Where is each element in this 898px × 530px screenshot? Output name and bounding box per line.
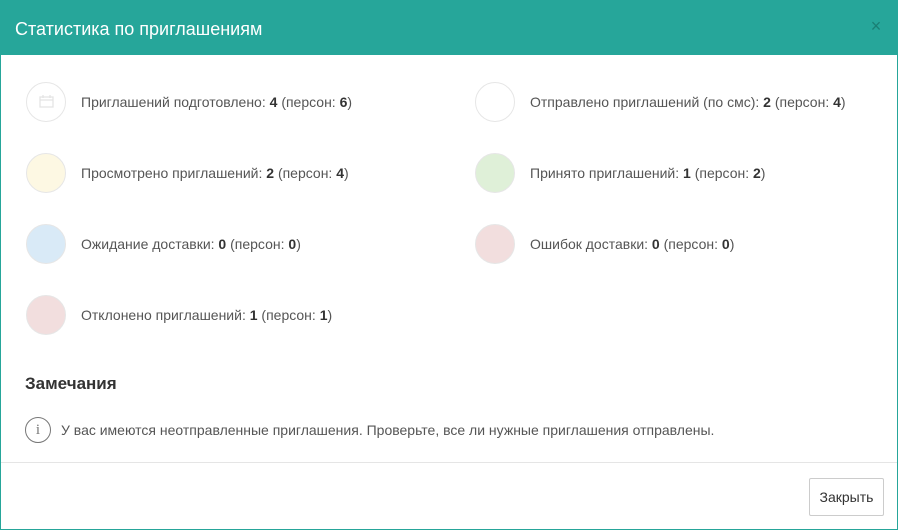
- stat-accepted: Принято приглашений: 1 (персон: 2): [475, 153, 765, 193]
- stat-text: Принято приглашений: 1 (персон: 2): [530, 165, 766, 181]
- stat-count: 1: [249, 307, 258, 323]
- stat-count: 2: [266, 165, 275, 181]
- stat-count: 0: [651, 236, 660, 252]
- stat-text: Ожидание доставки: 0 (персон: 0): [81, 236, 301, 252]
- stat-prepared: Приглашений подготовлено: 4 (персон: 6): [26, 82, 352, 122]
- stat-text: Отклонено приглашений: 1 (персон: 1): [81, 307, 333, 323]
- stat-status-circle: [26, 224, 66, 264]
- stat-status-circle: [475, 82, 515, 122]
- stat-awaiting-delivery: Ожидание доставки: 0 (персон: 0): [26, 224, 301, 264]
- stat-persons: 0: [721, 236, 730, 252]
- note-text: У вас имеются неотправленные приглашения…: [61, 422, 715, 438]
- stat-status-circle: [475, 224, 515, 264]
- stat-text: Приглашений подготовлено: 4 (персон: 6): [81, 94, 353, 110]
- footer-divider: [1, 462, 897, 463]
- stat-persons: 4: [336, 165, 345, 181]
- info-icon: i: [25, 417, 51, 443]
- stat-status-circle: [26, 153, 66, 193]
- stat-declined: Отклонено приглашений: 1 (персон: 1): [26, 295, 332, 335]
- stat-status-circle: [475, 153, 515, 193]
- stat-text: Отправлено приглашений (по смс): 2 (перс…: [530, 94, 846, 110]
- dialog-title: Статистика по приглашениям: [15, 19, 263, 39]
- stat-persons: 4: [833, 94, 841, 110]
- stat-text: Просмотрено приглашений: 2 (персон: 4): [81, 165, 349, 181]
- dialog-header: Статистика по приглашениям ×: [1, 1, 897, 55]
- close-icon[interactable]: ×: [867, 17, 885, 35]
- stat-count: 4: [269, 94, 278, 110]
- close-button[interactable]: Закрыть: [809, 478, 884, 516]
- stat-status-circle: [26, 295, 66, 335]
- stat-count: 0: [218, 236, 227, 252]
- stat-status-circle: [26, 82, 66, 122]
- stat-count: 2: [763, 94, 771, 110]
- stat-delivery-errors: Ошибок доставки: 0 (персон: 0): [475, 224, 734, 264]
- notes-heading: Замечания: [25, 374, 117, 393]
- note-item: i У вас имеются неотправленные приглашен…: [25, 417, 714, 443]
- stat-viewed: Просмотрено приглашений: 2 (персон: 4): [26, 153, 349, 193]
- calendar-icon: [39, 95, 54, 108]
- stat-text: Ошибок доставки: 0 (персон: 0): [530, 236, 735, 252]
- stat-persons: 1: [319, 307, 328, 323]
- statistics-dialog: Статистика по приглашениям × Приглашений…: [0, 0, 898, 530]
- stat-sent-sms: Отправлено приглашений (по смс): 2 (перс…: [475, 82, 846, 122]
- stat-count: 1: [683, 165, 691, 181]
- stat-persons: 2: [753, 165, 761, 181]
